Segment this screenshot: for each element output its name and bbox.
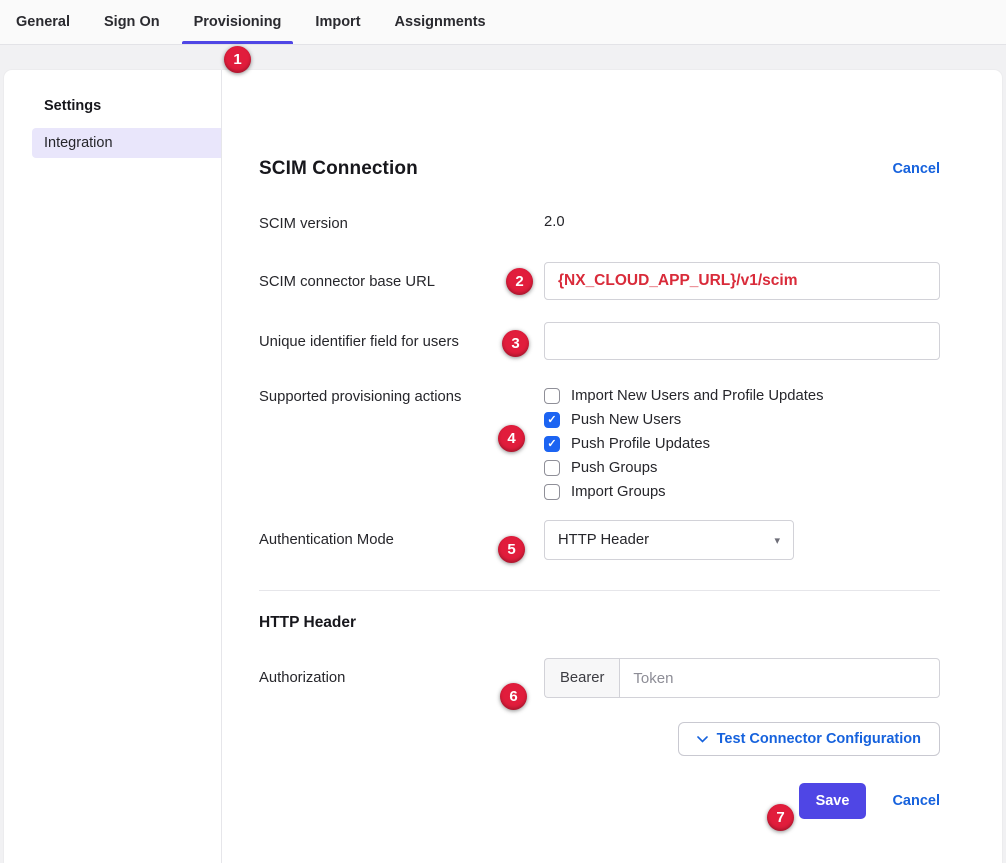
sidebar: Settings Integration	[4, 70, 222, 863]
chevron-down-icon	[697, 736, 708, 743]
tab-provisioning[interactable]: Provisioning	[194, 0, 282, 44]
token-input[interactable]	[619, 658, 940, 698]
checkbox-row: Import New Users and Profile Updates	[544, 388, 823, 404]
checkbox-push-groups[interactable]	[544, 460, 560, 476]
auth-mode-row: Authentication Mode HTTP Header ▾	[259, 520, 940, 560]
checkbox-row: Push Profile Updates	[544, 436, 823, 452]
annotation-badge-6: 6	[500, 683, 527, 710]
annotation-badge-2: 2	[506, 268, 533, 295]
section-header: SCIM Connection Cancel	[259, 158, 940, 180]
test-connector-button[interactable]: Test Connector Configuration	[678, 722, 940, 756]
tab-sign-on[interactable]: Sign On	[104, 0, 160, 44]
unique-identifier-label: Unique identifier field for users	[259, 322, 544, 352]
scim-version-value: 2.0	[544, 214, 565, 230]
checkbox-label[interactable]: Push Groups	[571, 460, 657, 476]
http-header-section-title: HTTP Header	[259, 614, 940, 632]
provisioning-actions-list: Import New Users and Profile Updates Pus…	[544, 387, 823, 500]
base-url-label: SCIM connector base URL	[259, 262, 544, 292]
checkbox-label[interactable]: Import New Users and Profile Updates	[571, 388, 823, 404]
checkbox-label[interactable]: Push Profile Updates	[571, 436, 710, 452]
tab-general[interactable]: General	[16, 0, 70, 44]
checkbox-row: Import Groups	[544, 484, 823, 500]
base-url-row: SCIM connector base URL	[259, 262, 940, 300]
sidebar-item-integration[interactable]: Integration	[32, 128, 221, 158]
base-url-input[interactable]	[544, 262, 940, 300]
annotation-badge-5: 5	[498, 536, 525, 563]
section-divider	[259, 590, 940, 591]
cancel-link-top[interactable]: Cancel	[892, 161, 940, 177]
cancel-link-bottom[interactable]: Cancel	[892, 793, 940, 809]
tab-import[interactable]: Import	[315, 0, 360, 44]
sidebar-heading: Settings	[44, 98, 221, 114]
authorization-input-group: Bearer	[544, 658, 940, 698]
checkbox-import-groups[interactable]	[544, 484, 560, 500]
checkbox-label[interactable]: Push New Users	[571, 412, 681, 428]
test-connector-row: Test Connector Configuration	[259, 722, 940, 756]
app-page: General Sign On Provisioning Import Assi…	[0, 0, 1006, 863]
content-card: Settings Integration SCIM Connection Can…	[4, 70, 1002, 863]
annotation-badge-1: 1	[224, 46, 251, 73]
provisioning-actions-row: Supported provisioning actions Import Ne…	[259, 387, 940, 500]
authorization-row: Authorization Bearer	[259, 658, 940, 698]
save-row: Save Cancel	[259, 783, 940, 819]
chevron-down-icon: ▾	[774, 534, 780, 547]
checkbox-push-new-users[interactable]	[544, 412, 560, 428]
save-button[interactable]: Save	[799, 783, 867, 819]
unique-identifier-row: Unique identifier field for users	[259, 322, 940, 360]
authorization-label: Authorization	[259, 658, 544, 688]
scim-version-row: SCIM version 2.0	[259, 214, 940, 234]
tab-assignments[interactable]: Assignments	[395, 0, 486, 44]
checkbox-label[interactable]: Import Groups	[571, 484, 666, 500]
annotation-badge-7: 7	[767, 804, 794, 831]
auth-mode-selected-value: HTTP Header	[558, 532, 649, 548]
checkbox-import-new-users[interactable]	[544, 388, 560, 404]
scim-version-label: SCIM version	[259, 214, 544, 234]
checkbox-push-profile-updates[interactable]	[544, 436, 560, 452]
annotation-badge-4: 4	[498, 425, 525, 452]
checkbox-row: Push New Users	[544, 412, 823, 428]
checkbox-row: Push Groups	[544, 460, 823, 476]
page-title: SCIM Connection	[259, 158, 418, 180]
main-content: SCIM Connection Cancel SCIM version 2.0 …	[222, 70, 1002, 863]
unique-identifier-input[interactable]	[544, 322, 940, 360]
provisioning-actions-label: Supported provisioning actions	[259, 387, 544, 407]
auth-mode-select[interactable]: HTTP Header ▾	[544, 520, 794, 560]
bearer-prefix: Bearer	[544, 658, 619, 698]
test-connector-label: Test Connector Configuration	[717, 731, 921, 747]
tab-bar: General Sign On Provisioning Import Assi…	[0, 0, 1006, 45]
annotation-badge-3: 3	[502, 330, 529, 357]
